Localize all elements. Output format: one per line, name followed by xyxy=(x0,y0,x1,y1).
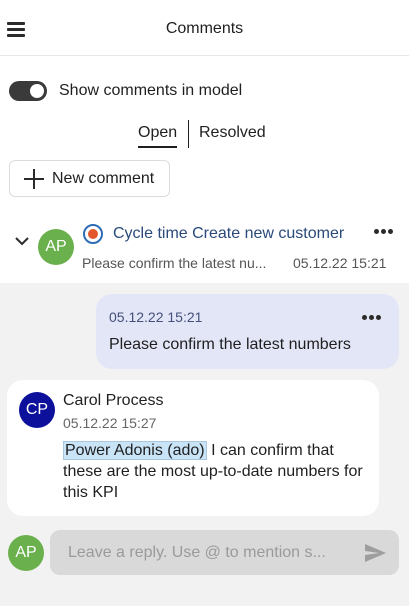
new-comment-button[interactable]: New comment xyxy=(9,160,170,197)
message-more-icon[interactable] xyxy=(362,315,382,321)
show-comments-toggle[interactable] xyxy=(9,81,47,101)
avatar: AP xyxy=(8,535,44,571)
reply-box xyxy=(50,530,399,575)
process-target-icon xyxy=(83,224,103,244)
show-comments-toggle-row: Show comments in model xyxy=(9,80,242,102)
message-text: Please confirm the latest numbers xyxy=(109,336,351,353)
tab-open[interactable]: Open xyxy=(138,124,178,148)
header-bar: Comments xyxy=(0,0,409,56)
thread-messages: 05.12.22 15:21 Please confirm the latest… xyxy=(0,283,409,606)
message-date: 05.12.22 15:21 xyxy=(109,309,203,325)
thread-title-link[interactable]: Cycle time Create new customer xyxy=(113,225,344,243)
new-comment-label: New comment xyxy=(52,169,155,187)
avatar: AP xyxy=(38,229,74,265)
page-title: Comments xyxy=(165,20,244,37)
tab-resolved[interactable]: Resolved xyxy=(199,124,266,142)
tab-bar: Open Resolved xyxy=(0,120,409,150)
chevron-down-icon[interactable] xyxy=(14,235,30,247)
message-text: Power Adonis (ado) I can confirm that th… xyxy=(63,440,363,503)
avatar: CP xyxy=(19,392,55,428)
thread-preview: Please confirm the latest nu... xyxy=(82,255,267,271)
own-message-bubble: 05.12.22 15:21 Please confirm the latest… xyxy=(96,294,399,369)
send-icon[interactable] xyxy=(363,541,387,565)
thread-date: 05.12.22 15:21 xyxy=(293,255,387,271)
message-author: Carol Process xyxy=(63,392,164,409)
message-date: 05.12.22 15:27 xyxy=(63,415,157,431)
user-mention[interactable]: Power Adonis (ado) xyxy=(63,441,207,460)
toggle-label: Show comments in model xyxy=(59,82,243,99)
reply-input[interactable] xyxy=(68,542,338,564)
toggle-knob xyxy=(30,84,44,98)
thread-more-icon[interactable] xyxy=(374,229,394,235)
plus-icon xyxy=(24,168,44,189)
reply-message-bubble: CP Carol Process 05.12.22 15:27 Power Ad… xyxy=(7,380,379,516)
tab-divider xyxy=(188,120,189,148)
comment-thread-header[interactable]: AP Cycle time Create new customer Please… xyxy=(0,213,409,283)
